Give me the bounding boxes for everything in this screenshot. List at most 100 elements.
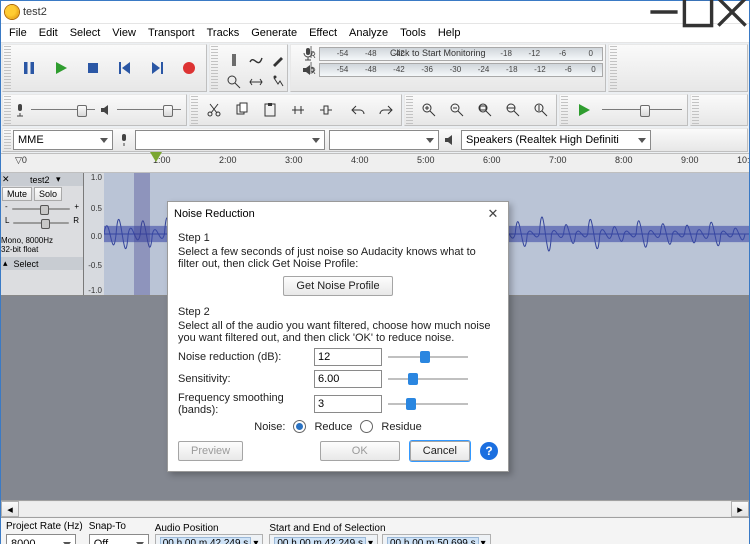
menu-analyze[interactable]: Analyze (343, 26, 394, 40)
ok-button[interactable]: OK (320, 441, 400, 461)
playback-volume-slider[interactable] (117, 103, 181, 117)
dialog-close-button[interactable]: ✕ (484, 205, 502, 223)
project-rate-label: Project Rate (Hz) (6, 521, 83, 532)
menu-edit[interactable]: Edit (33, 26, 64, 40)
skip-end-button[interactable] (142, 53, 172, 83)
playback-meter[interactable]: LR -54 -48 -42 -36 -30 -24 -18 -12 -6 0 (319, 63, 603, 77)
sensitivity-slider[interactable] (388, 372, 468, 386)
noise-reduction-slider[interactable] (388, 350, 468, 364)
menu-view[interactable]: View (106, 26, 142, 40)
silence-button[interactable] (313, 96, 339, 124)
menu-select[interactable]: Select (64, 26, 107, 40)
menu-effect[interactable]: Effect (303, 26, 343, 40)
record-button[interactable] (174, 53, 204, 83)
app-window: test2 File Edit Select View Transport Tr… (0, 0, 750, 544)
speaker-icon (99, 103, 113, 117)
mixer-toolbar (2, 94, 187, 126)
help-button[interactable]: ? (480, 442, 498, 460)
step1-text: Select a few seconds of just noise so Au… (178, 246, 498, 270)
selection-start-field[interactable]: 00 h 00 m 42.249 s▾ (269, 534, 378, 544)
dialog-title: Noise Reduction (174, 208, 255, 220)
play-at-speed-button[interactable] (571, 96, 597, 124)
sensitivity-label: Sensitivity: (178, 373, 308, 385)
selection-bar: Project Rate (Hz) 8000 Snap-To Off Audio… (1, 517, 749, 544)
menu-tools[interactable]: Tools (394, 26, 432, 40)
multi-tool[interactable] (265, 68, 291, 96)
host-combo[interactable]: MME (13, 130, 113, 150)
menu-generate[interactable]: Generate (245, 26, 303, 40)
window-title: test2 (23, 6, 647, 18)
preview-button[interactable]: Preview (178, 441, 243, 461)
stop-button[interactable] (78, 53, 108, 83)
solo-button[interactable]: Solo (34, 187, 62, 201)
amplitude-ruler: 1.0 0.5 0.0 -0.5 -1.0 (84, 173, 105, 295)
paste-button[interactable] (257, 96, 283, 124)
horizontal-scrollbar[interactable]: ◂ ▸ (1, 500, 749, 517)
freq-smoothing-input[interactable] (314, 395, 382, 413)
step1-label: Step 1 (178, 232, 498, 244)
play-at-speed-toolbar (559, 94, 688, 126)
trim-button[interactable] (285, 96, 311, 124)
menu-tracks[interactable]: Tracks (201, 26, 246, 40)
menu-file[interactable]: File (3, 26, 33, 40)
record-device-combo[interactable] (135, 130, 325, 150)
scroll-right-button[interactable]: ▸ (731, 501, 749, 517)
play-button[interactable] (46, 53, 76, 83)
menu-bar: File Edit Select View Transport Tracks G… (1, 24, 749, 43)
selection-region[interactable] (134, 173, 150, 295)
sensitivity-input[interactable] (314, 370, 382, 388)
track-name[interactable]: test2 (30, 175, 56, 185)
skip-start-button[interactable] (110, 53, 140, 83)
track-header[interactable]: ✕test2▾ MuteSolo -+ LR Mono, 8000Hz 32-b… (1, 173, 84, 295)
get-noise-profile-button[interactable]: Get Noise Profile (283, 276, 392, 296)
cut-button[interactable] (201, 96, 227, 124)
selection-label: Start and End of Selection (269, 523, 490, 534)
scroll-left-button[interactable]: ◂ (1, 501, 19, 517)
record-volume-slider[interactable] (31, 103, 95, 117)
edit-toolbar (189, 94, 402, 126)
speaker-icon (443, 133, 457, 147)
audio-position-field[interactable]: 00 h 00 m 42.249 s▾ (155, 534, 264, 544)
zoom-out-button[interactable] (444, 96, 470, 124)
noise-reduction-dialog: Noise Reduction ✕ Step 1 Select a few se… (167, 201, 509, 472)
copy-button[interactable] (229, 96, 255, 124)
play-speed-slider[interactable] (602, 103, 682, 117)
timeline-ruler[interactable]: ▽0 1:00 2:00 3:00 4:00 5:00 6:00 7:00 8:… (1, 153, 749, 173)
redo-button[interactable] (373, 96, 399, 124)
pan-slider[interactable] (13, 217, 69, 229)
close-button[interactable] (715, 1, 749, 23)
select-button[interactable]: Select (14, 259, 39, 269)
pause-button[interactable] (14, 53, 44, 83)
audio-position-label: Audio Position (155, 523, 264, 534)
minimize-button[interactable] (647, 1, 681, 23)
zoom-toggle-button[interactable] (528, 96, 554, 124)
selection-end-field[interactable]: 00 h 00 m 50.699 s▾ (382, 534, 491, 544)
record-meter[interactable]: LR Click to Start Monitoring -54 -48 -42… (319, 47, 603, 61)
reduce-radio[interactable] (293, 420, 306, 433)
fit-project-button[interactable] (500, 96, 526, 124)
gain-slider[interactable] (12, 203, 71, 215)
title-bar: test2 (1, 1, 749, 24)
playback-device-combo[interactable]: Speakers (Realtek High Definiti (461, 130, 651, 150)
transport-toolbar (2, 44, 207, 92)
project-rate-combo[interactable]: 8000 (6, 534, 76, 544)
menu-help[interactable]: Help (432, 26, 467, 40)
cancel-button[interactable]: Cancel (410, 441, 470, 461)
freq-smoothing-slider[interactable] (388, 397, 468, 411)
undo-button[interactable] (345, 96, 371, 124)
maximize-button[interactable] (681, 1, 715, 23)
record-channels-combo[interactable] (329, 130, 439, 150)
device-toolbar: MME Speakers (Realtek High Definiti (2, 128, 748, 152)
app-logo-icon (5, 5, 19, 19)
mute-button[interactable]: Mute (2, 187, 32, 201)
playhead-pin-icon[interactable] (150, 152, 162, 162)
snap-combo[interactable]: Off (89, 534, 149, 544)
step2-label: Step 2 (178, 306, 498, 318)
tools-toolbar (209, 44, 288, 92)
residue-radio[interactable] (360, 420, 373, 433)
zoom-toolbar (404, 94, 557, 126)
zoom-in-button[interactable] (416, 96, 442, 124)
fit-selection-button[interactable] (472, 96, 498, 124)
menu-transport[interactable]: Transport (142, 26, 201, 40)
noise-reduction-input[interactable] (314, 348, 382, 366)
